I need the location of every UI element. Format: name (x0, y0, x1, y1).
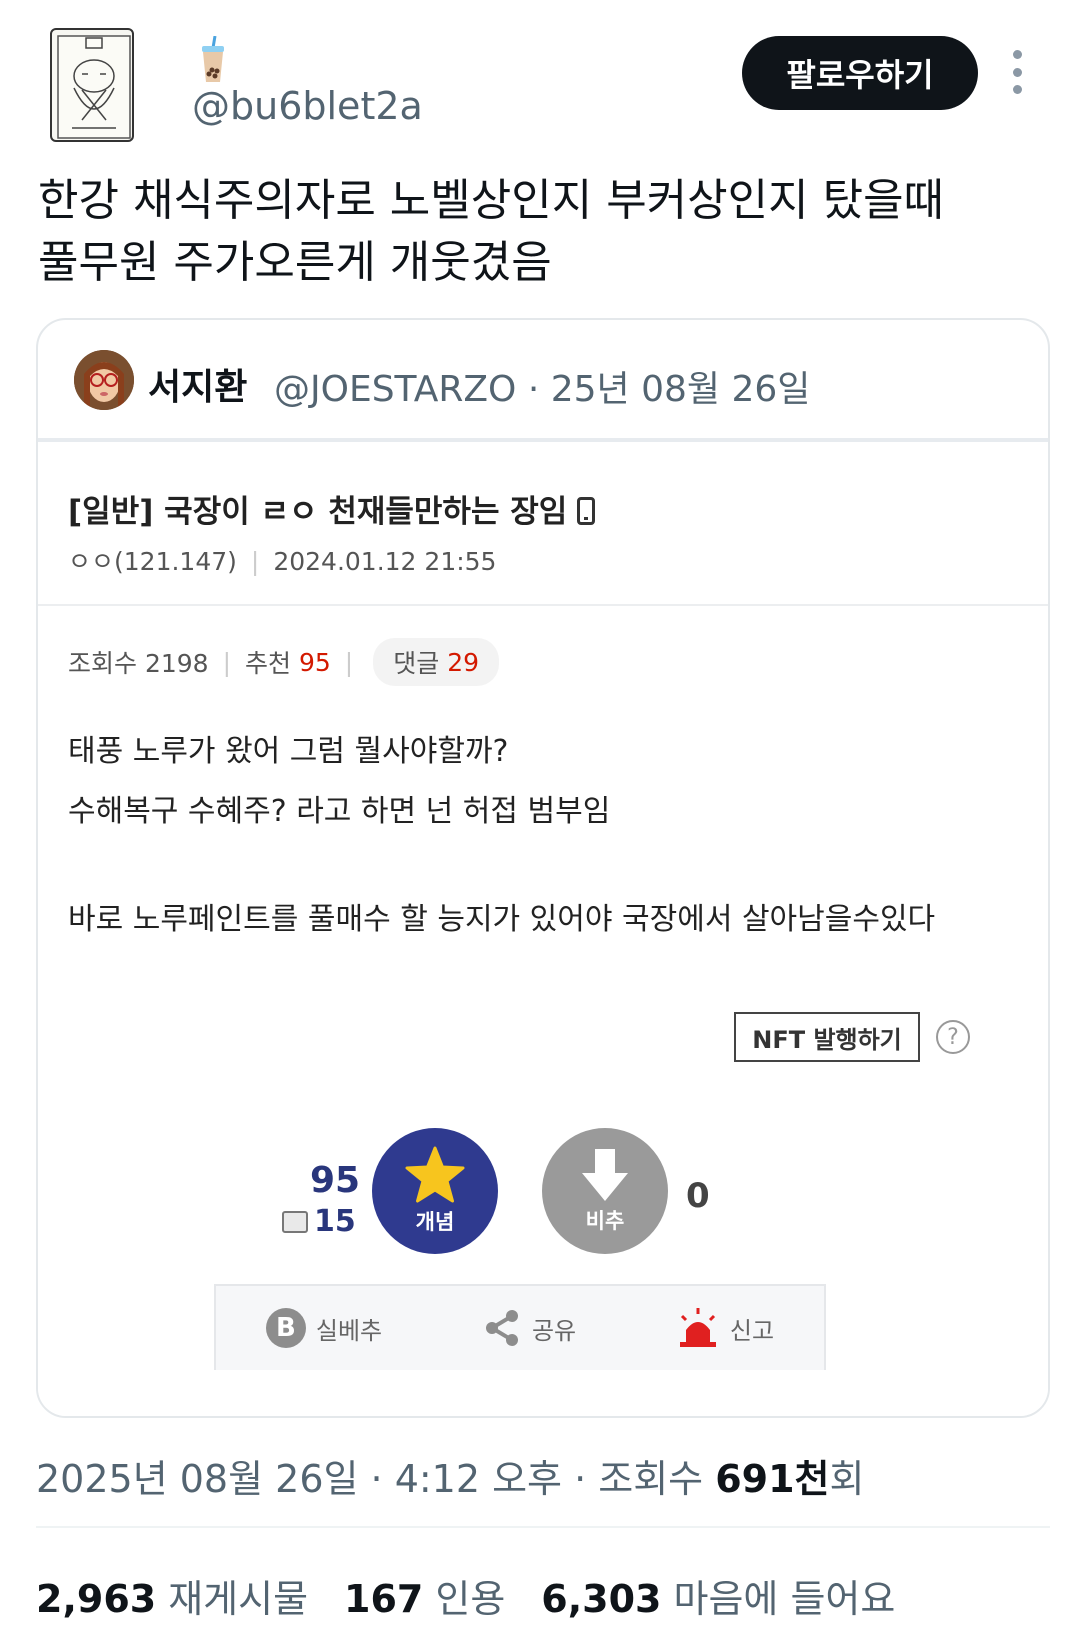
retweets-label: 재게시물 (168, 1577, 309, 1621)
report-label: 신고 (729, 1316, 775, 1345)
author-avatar[interactable] (50, 28, 134, 142)
likes-stat[interactable]: 6,303 마음에 들어요 (541, 1568, 895, 1623)
retweets-count: 2,963 (36, 1577, 157, 1621)
quoted-author-avatar[interactable] (74, 350, 134, 410)
post-author: ㅇㅇ(121.147) (68, 547, 237, 576)
timestamp-prefix: 2025년 08월 26일 · 4:12 오후 · 조회수 (36, 1457, 716, 1501)
quoted-image[interactable]: [일반] 국장이 ㄹㅇ 천재들만하는 장임 ㅇㅇ(121.147) | 2024.0… (38, 438, 1048, 1416)
post-meta: ㅇㅇ(121.147) | 2024.01.12 21:55 (68, 547, 497, 576)
post-body-line: 수해복구 수혜주? 라고 하면 넌 허접 범부임 (68, 794, 611, 829)
more-options-icon[interactable] (1010, 50, 1024, 94)
downvote-count: 0 (686, 1176, 710, 1216)
fixed-upvote-count: 15 (282, 1204, 356, 1239)
upvote-button: 개념 (372, 1128, 498, 1254)
tweet-line: 한강 채식주의자로 노벨상인지 부커상인지 탔을때 (38, 175, 945, 226)
likes-count: 6,303 (541, 1577, 662, 1621)
down-arrow-icon (582, 1149, 628, 1201)
tweet-text: 한강 채식주의자로 노벨상인지 부커상인지 탔을때 풀무원 주가오른게 개웃겼음 (38, 170, 1048, 294)
post-body-line: 바로 노루페인트를 풀매수 할 능지가 있어야 국장에서 살아남을수있다 (68, 902, 936, 937)
post-title: [일반] 국장이 ㄹㅇ 천재들만하는 장임 (68, 486, 596, 531)
recommend-label: 추천 (245, 649, 292, 678)
post-views: 조회수 2198 (68, 649, 209, 678)
comments-pill: 댓글 29 (373, 638, 500, 686)
fixed-nick-icon (282, 1210, 308, 1233)
divider (38, 604, 1048, 606)
post-stats: 조회수 2198 | 추천 95 | 댓글 29 (68, 638, 500, 686)
bubble-tea-icon (198, 35, 228, 84)
post-body: 태풍 노루가 왔어 그럼 뭘사야할까? 수해복구 수혜주? 라고 하면 넌 허접… (68, 722, 935, 950)
post-action-bar: B 실베추 공유 신고 (214, 1284, 826, 1370)
report-action: 신고 (676, 1308, 774, 1348)
tweet-line: 풀무원 주가오른게 개웃겼음 (38, 237, 552, 288)
silbe-label: 실베추 (315, 1316, 383, 1345)
comments-count: 29 (447, 647, 480, 677)
share-label: 공유 (531, 1316, 577, 1345)
quoted-tweet-card[interactable]: 서지환 @JOESTARZO · 25년 08월 26일 [일반] 국장이 ㄹㅇ… (36, 318, 1050, 1418)
b-icon: B (265, 1308, 306, 1348)
share-icon (485, 1310, 518, 1346)
recommend-count: 95 (298, 647, 331, 677)
engagement-stats: 2,963 재게시물 167 인용 6,303 마음에 들어요 (36, 1568, 895, 1623)
tweet-timestamp[interactable]: 2025년 08월 26일 · 4:12 오후 · 조회수 691천회 (36, 1448, 865, 1503)
quotes-label: 인용 (435, 1577, 506, 1621)
post-title-text: [일반] 국장이 ㄹㅇ 천재들만하는 장임 (68, 494, 568, 530)
quotes-count: 167 (344, 1577, 424, 1621)
silbe-action: B 실베추 (265, 1308, 383, 1348)
post-body-line: 태풍 노루가 왔어 그럼 뭘사야할까? (68, 734, 509, 769)
comments-label: 댓글 (393, 649, 440, 678)
fixed-upvote-value: 15 (314, 1204, 356, 1239)
help-icon: ? (936, 1020, 970, 1054)
timestamp-suffix: 회 (829, 1457, 865, 1501)
retweets-stat[interactable]: 2,963 재게시물 (36, 1568, 308, 1623)
upvote-label: 개념 (415, 1210, 455, 1234)
mobile-phone-icon (577, 497, 596, 525)
upvote-count: 95 (310, 1160, 361, 1201)
quoted-author-name[interactable]: 서지환 (148, 358, 247, 410)
follow-button[interactable]: 팔로우하기 (742, 36, 978, 110)
siren-icon (679, 1308, 716, 1347)
likes-label: 마음에 들어요 (673, 1577, 896, 1621)
view-count: 691천 (715, 1457, 830, 1501)
share-action: 공유 (482, 1308, 576, 1348)
downvote-button: 비추 (542, 1128, 668, 1254)
author-handle[interactable]: @bu6blet2a (192, 84, 423, 128)
quoted-author-meta: @JOESTARZO · 25년 08월 26일 (274, 369, 811, 410)
star-icon (405, 1146, 465, 1203)
post-date: 2024.01.12 21:55 (273, 547, 497, 576)
quotes-stat[interactable]: 167 인용 (344, 1568, 505, 1623)
nft-issue-button: NFT 발행하기 (734, 1012, 920, 1062)
downvote-label: 비추 (585, 1209, 625, 1233)
divider (36, 1526, 1050, 1528)
